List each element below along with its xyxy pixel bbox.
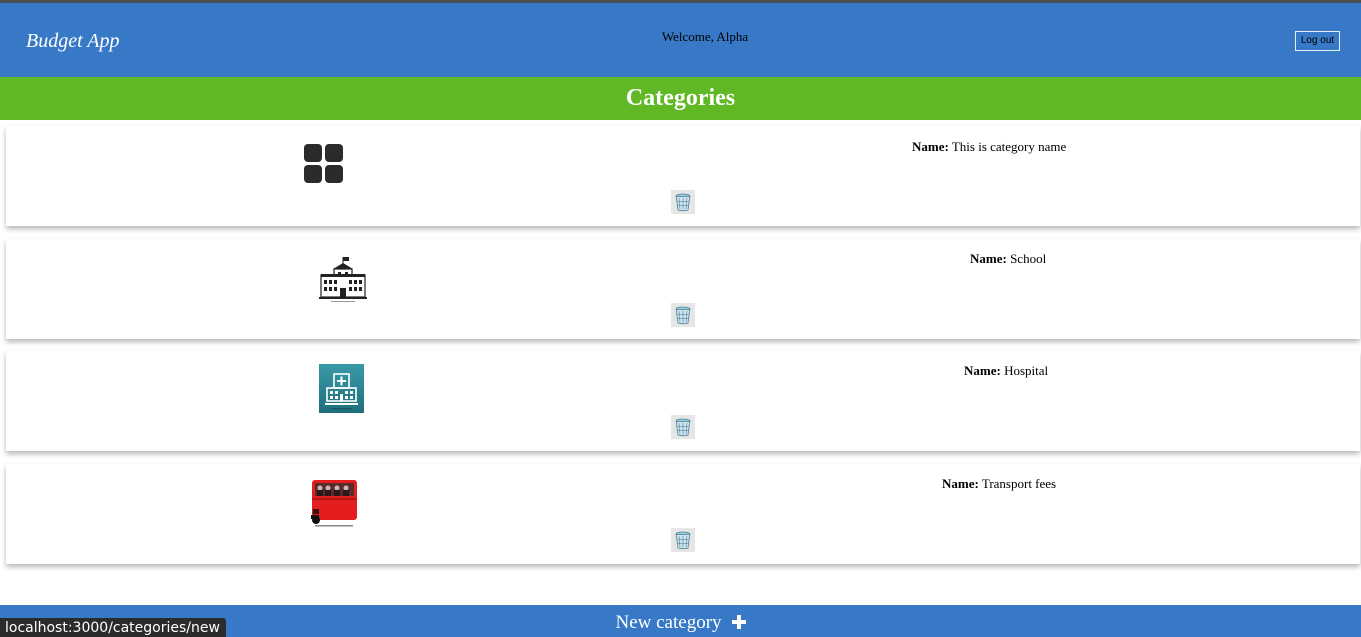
trash-icon: [675, 306, 691, 325]
delete-button[interactable]: [671, 415, 695, 439]
new-category-label: New category: [615, 612, 722, 633]
category-name: Name: Hospital: [964, 363, 1048, 379]
trash-icon: [675, 193, 691, 212]
category-name: Name: This is category name: [912, 139, 1066, 155]
name-label: Name:: [964, 363, 1001, 378]
category-name-value: This is category name: [951, 139, 1067, 154]
welcome-message: Welcome, Alpha: [661, 29, 749, 44]
delete-button[interactable]: [671, 528, 695, 552]
app-header: Budget App Welcome, Alpha Log out: [0, 3, 1361, 77]
category-name: Name: School: [970, 251, 1046, 267]
category-name-value: Hospital: [1004, 363, 1049, 378]
browser-status-url: localhost:3000/categories/new: [0, 618, 226, 637]
delete-button[interactable]: [671, 190, 695, 214]
category-name: Name: Transport fees: [942, 476, 1056, 492]
name-label: Name:: [970, 251, 1007, 266]
category-card[interactable]: Name: School: [6, 239, 1360, 339]
grid-icon: [304, 144, 343, 183]
hospital-icon: [319, 364, 364, 413]
category-name-value: Transport fees: [981, 476, 1057, 491]
trash-icon: [675, 418, 691, 437]
category-card[interactable]: Name: Transport fees: [6, 464, 1360, 564]
name-label: Name:: [942, 476, 979, 491]
plus-icon: [731, 615, 746, 629]
logout-button[interactable]: Log out: [1295, 31, 1340, 51]
delete-button[interactable]: [671, 303, 695, 327]
name-label: Name:: [912, 139, 949, 154]
bus-icon: [311, 480, 357, 527]
school-building-icon: [319, 257, 367, 302]
trash-icon: [675, 531, 691, 550]
category-card[interactable]: Name: This is category name: [6, 126, 1360, 226]
page-title-bar: Categories: [0, 77, 1361, 120]
category-name-value: School: [1010, 251, 1047, 266]
category-card[interactable]: Name: Hospital: [6, 351, 1360, 451]
page-title: Categories: [625, 85, 736, 111]
